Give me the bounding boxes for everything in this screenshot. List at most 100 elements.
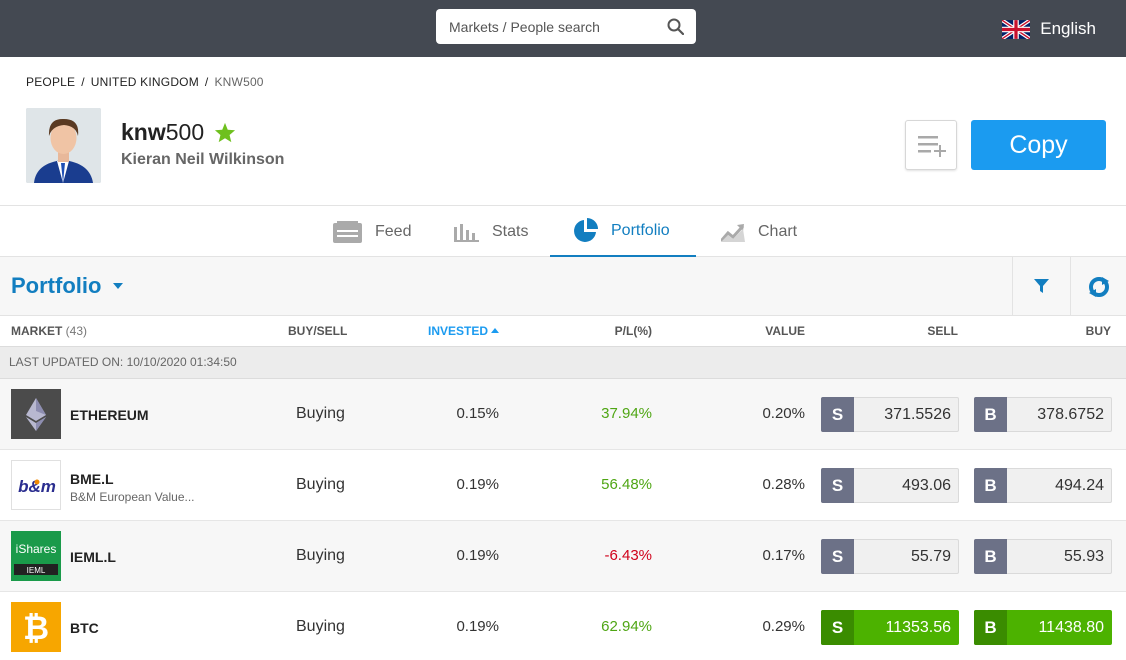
svg-text:iShares: iShares [16,542,57,556]
pl-value: 62.94% [601,618,652,635]
avatar [26,108,101,183]
value-value: 0.20% [762,405,805,422]
buy-button[interactable]: B 55.93 [974,539,1112,574]
refresh-button[interactable] [1070,257,1126,316]
search-input[interactable] [449,9,659,44]
invested-value: 0.19% [456,476,499,493]
portfolio-toolbar: Portfolio [0,257,1126,316]
svg-text:IEML: IEML [27,566,46,575]
pl-value: 56.48% [601,476,652,493]
sell-price: 493.06 [902,477,951,494]
trade-direction: Buying [296,476,345,493]
buy-tag: B [974,610,1007,645]
buy-price: 11438.80 [1038,619,1104,636]
breadcrumb-people[interactable]: PEOPLE [26,75,75,89]
ishares-logo: iShares IEML [11,531,61,581]
sell-price: 55.79 [910,548,951,565]
buy-button[interactable]: B 378.6752 [974,397,1112,432]
profile-tabs: Feed Stats Portfolio Chart [0,205,1126,257]
market-name: ETHEREUM [70,407,149,423]
market-count: (43) [65,324,88,338]
sell-button[interactable]: S 371.5526 [821,397,959,432]
tab-portfolio[interactable]: Portfolio [550,206,696,257]
invested-value: 0.19% [456,618,499,635]
tab-chart-label: Chart [758,222,798,240]
value-value: 0.28% [762,476,805,493]
add-to-watchlist-button[interactable] [905,120,957,170]
tab-portfolio-label: Portfolio [611,221,670,239]
trade-direction: Buying [296,547,345,564]
filter-icon [1033,279,1049,293]
stats-icon [454,223,479,242]
sell-price: 11353.56 [885,619,951,636]
ethereum-logo [11,389,61,439]
svg-text:₿: ₿ [23,609,49,647]
chart-icon [721,223,745,242]
column-value[interactable]: VALUE [765,324,805,338]
tab-stats-label: Stats [492,222,529,240]
column-market[interactable]: MARKET (43) [11,324,87,338]
buy-tag: B [974,539,1007,574]
market-subtitle: B&M European Value... [70,490,195,504]
sell-tag: S [821,610,854,645]
breadcrumb-current: KNW500 [214,75,264,89]
language-selector[interactable]: English [1002,18,1096,40]
buy-tag: B [974,468,1007,503]
sell-tag: S [821,397,854,432]
buy-button[interactable]: B 494.24 [974,468,1112,503]
column-pl[interactable]: P/L(%) [615,324,652,338]
pie-chart-icon [574,218,598,242]
last-updated: LAST UPDATED ON: 10/10/2020 01:34:50 [0,346,1126,379]
tab-feed-label: Feed [375,222,412,240]
language-label: English [1040,19,1096,38]
market-name: IEML.L [70,549,116,565]
tab-stats[interactable]: Stats [454,206,528,257]
table-row[interactable]: ETHEREUM Buying 0.15% 37.94% 0.20% S 371.… [0,379,1126,450]
sell-button[interactable]: S 11353.56 [821,610,959,645]
watchlist-add-icon [918,136,946,157]
username-bold-part: knw [121,119,166,145]
bitcoin-logo: ₿ [11,602,61,652]
tab-feed[interactable]: Feed [333,206,411,257]
column-invested[interactable]: INVESTED [428,324,500,338]
market-name: BME.L [70,471,114,487]
trade-direction: Buying [296,618,345,635]
portfolio-dropdown[interactable]: Portfolio [11,273,124,299]
tab-chart[interactable]: Chart [721,206,797,257]
breadcrumb-country[interactable]: UNITED KINGDOM [91,75,199,89]
buy-button[interactable]: B 11438.80 [974,610,1112,645]
search-box[interactable] [436,9,696,44]
sell-button[interactable]: S 55.79 [821,539,959,574]
uk-flag-icon [1002,19,1031,39]
buy-price: 55.93 [1063,548,1104,565]
buy-tag: B [974,397,1007,432]
top-bar: English [0,0,1126,57]
breadcrumb: PEOPLE / UNITED KINGDOM / KNW500 [26,75,264,89]
table-row[interactable]: b&m BME.L B&M European Value... Buying 0… [0,450,1126,521]
table-row[interactable]: ₿ BTC Buying 0.19% 62.94% 0.29% S 11353.5… [0,592,1126,660]
star-icon [215,122,236,143]
username-rest-part: 500 [165,119,205,145]
trade-direction: Buying [296,405,345,422]
column-buy[interactable]: BUY [1086,324,1111,338]
sell-tag: S [821,468,854,503]
market-name: BTC [70,620,99,636]
column-buysell[interactable]: BUY/SELL [288,324,347,338]
pl-value: -6.43% [604,547,652,564]
value-value: 0.17% [762,547,805,564]
value-value: 0.29% [762,618,805,635]
profile-username: knw 500 [121,119,236,146]
bm-logo: b&m [11,460,61,510]
sell-button[interactable]: S 493.06 [821,468,959,503]
buy-price: 494.24 [1055,477,1104,494]
copy-button[interactable]: Copy [971,120,1106,170]
column-sell[interactable]: SELL [927,324,958,338]
table-row[interactable]: iShares IEML IEML.L Buying 0.19% -6.43% 0… [0,521,1126,592]
refresh-icon [1089,276,1109,297]
feed-icon [333,220,362,243]
buy-price: 378.6752 [1037,406,1104,423]
filter-button[interactable] [1012,257,1069,316]
search-icon[interactable] [667,18,684,35]
invested-value: 0.19% [456,547,499,564]
invested-value: 0.15% [456,405,499,422]
